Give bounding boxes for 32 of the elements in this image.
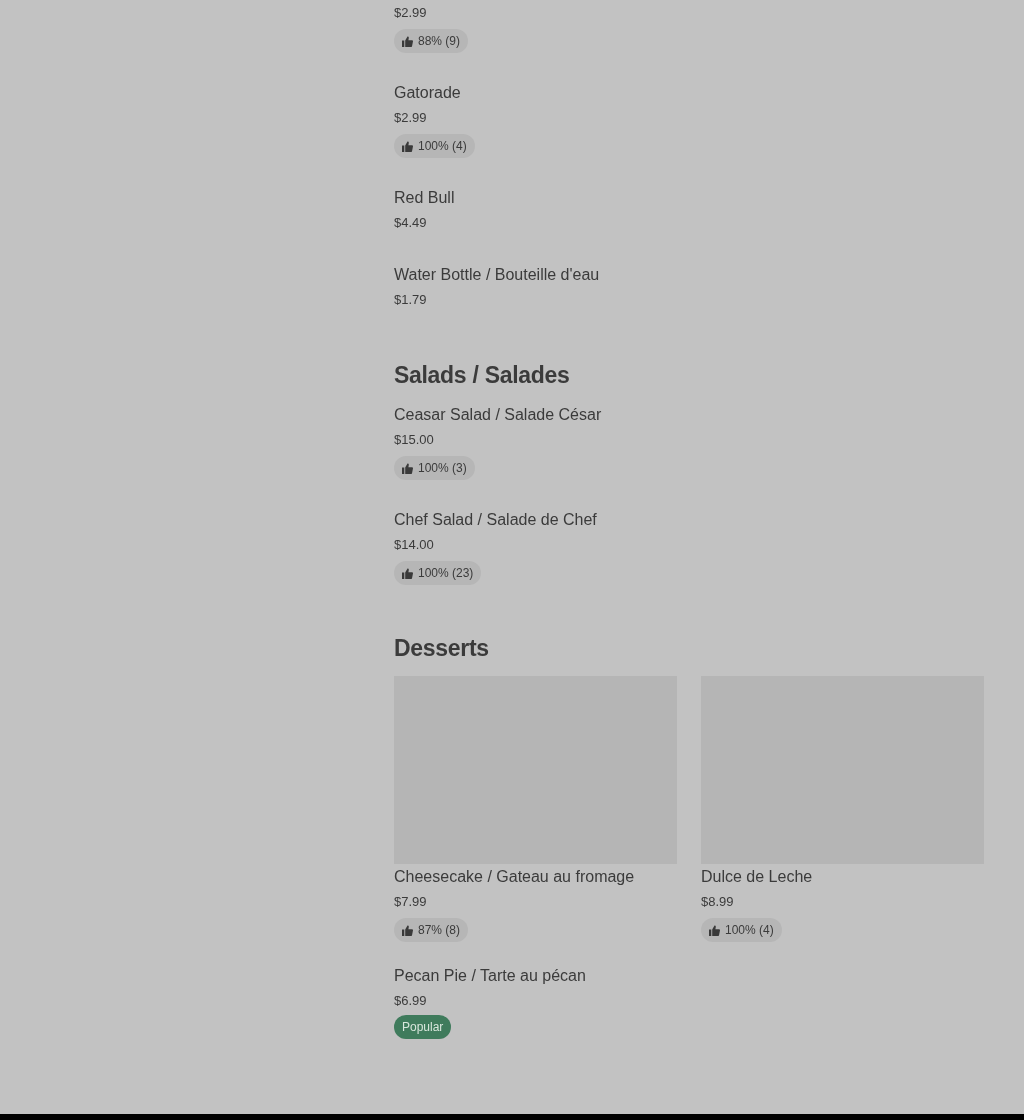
item-price: $14.00: [394, 536, 435, 554]
rating-pill: 100% (3): [394, 456, 475, 480]
item-price: $2.99: [394, 109, 428, 127]
item-price: $7.99: [394, 893, 428, 911]
section-heading: Salads / Salades: [394, 361, 571, 390]
thumbs-up-icon: [402, 35, 413, 47]
item-price: $6.99: [394, 992, 428, 1010]
item-name[interactable]: Gatorade: [394, 81, 984, 105]
thumbs-up-icon: [402, 462, 413, 474]
rating-pill: 100% (23): [394, 561, 482, 585]
item-name[interactable]: Dulce de Leche: [701, 865, 984, 889]
item-name[interactable]: Water Bottle / Bouteille d'eau: [394, 263, 984, 287]
popular-badge: Popular: [394, 1015, 452, 1039]
thumbs-up-icon: [709, 924, 720, 936]
item-price: $4.49: [394, 214, 428, 232]
item-price: $15.00: [394, 431, 435, 449]
item-name[interactable]: Chef Salad / Salade de Chef: [394, 508, 984, 532]
thumbs-up-icon: [402, 924, 413, 936]
rating-pill: 100% (4): [701, 918, 782, 942]
item-name[interactable]: Red Bull: [394, 186, 984, 210]
thumbs-up-icon: [402, 567, 413, 579]
section-heading: Desserts: [394, 634, 490, 663]
rating-pill: 88% (9): [394, 29, 469, 53]
item-price: $1.79: [394, 291, 428, 309]
item-name[interactable]: Ceasar Salad / Salade César: [394, 403, 984, 427]
rating-pill: 100% (4): [394, 134, 475, 158]
item-price: $8.99: [701, 893, 735, 911]
item-price: $2.99: [394, 4, 428, 22]
item-name[interactable]: Pecan Pie / Tarte au pécan: [394, 964, 677, 988]
item-name[interactable]: Cheesecake / Gateau au fromage: [394, 865, 677, 889]
thumbs-up-icon: [402, 140, 413, 152]
rating-pill: 87% (8): [394, 918, 469, 942]
